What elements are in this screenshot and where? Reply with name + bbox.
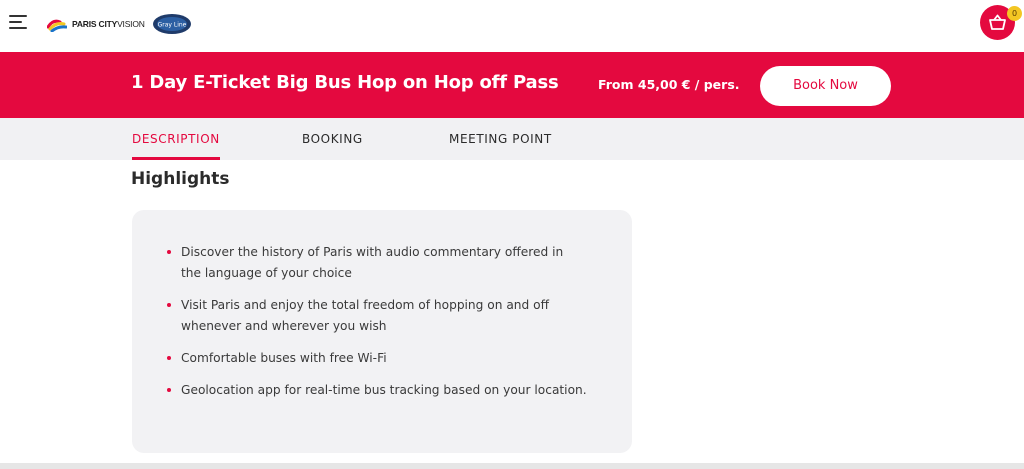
- logo-wordmark: PARIS CITYVISION: [72, 19, 145, 29]
- highlight-item: Geolocation app for real-time bus tracki…: [167, 380, 587, 401]
- product-banner: 1 Day E-Ticket Big Bus Hop on Hop off Pa…: [0, 52, 1024, 118]
- gray-line-badge-text: Gray Line: [157, 22, 186, 29]
- page-bottom-divider: [0, 463, 1024, 469]
- hamburger-menu-icon[interactable]: [9, 14, 27, 30]
- section-tabs: DESCRIPTION BOOKING MEETING POINT: [0, 118, 1024, 160]
- basket-icon: [989, 14, 1006, 30]
- product-title: 1 Day E-Ticket Big Bus Hop on Hop off Pa…: [131, 72, 559, 93]
- cart-count-badge: 0: [1007, 6, 1022, 21]
- logo-brand-light: VISION: [117, 19, 145, 29]
- cart-button[interactable]: 0: [980, 5, 1022, 40]
- tab-meeting-point[interactable]: MEETING POINT: [449, 118, 552, 160]
- gray-line-badge: Gray Line: [152, 13, 192, 35]
- highlight-item: Visit Paris and enjoy the total freedom …: [167, 295, 587, 337]
- logo-mark-icon: [46, 17, 68, 33]
- product-price: From 45,00 € / pers.: [598, 77, 740, 92]
- paris-city-vision-logo[interactable]: PARIS CITYVISION Gray Line: [46, 12, 192, 36]
- highlights-list: Discover the history of Paris with audio…: [167, 242, 587, 412]
- tab-booking[interactable]: BOOKING: [302, 118, 363, 160]
- highlights-card: Discover the history of Paris with audio…: [132, 210, 632, 453]
- tab-description[interactable]: DESCRIPTION: [132, 118, 220, 160]
- top-header: PARIS CITYVISION Gray Line 0: [0, 0, 1024, 52]
- highlights-heading: Highlights: [131, 169, 230, 189]
- book-now-button[interactable]: Book Now: [760, 66, 891, 106]
- highlight-item: Comfortable buses with free Wi-Fi: [167, 348, 587, 369]
- logo-brand-bold: PARIS CITY: [72, 19, 118, 29]
- highlight-item: Discover the history of Paris with audio…: [167, 242, 587, 284]
